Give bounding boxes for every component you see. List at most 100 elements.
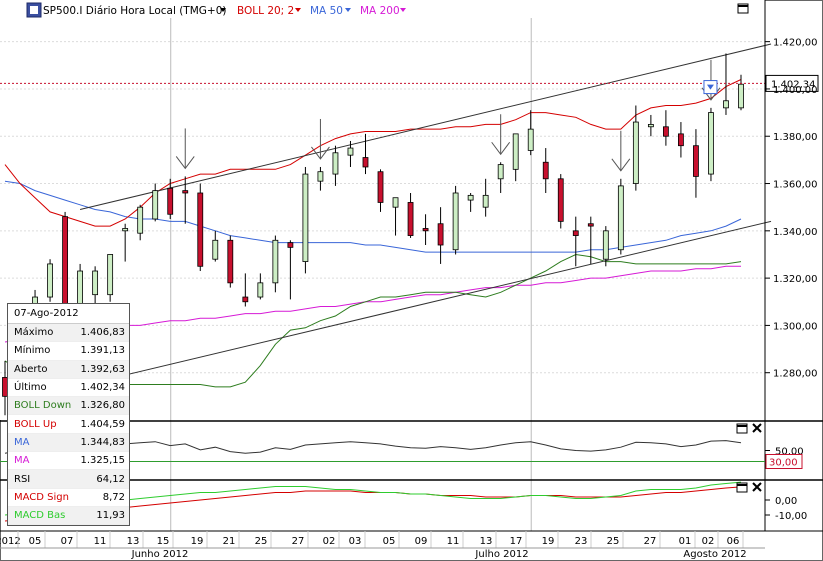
info-row-value: 1.392,63 [80,363,125,375]
candle-down[interactable] [167,187,174,215]
ma50-indicator-label[interactable]: MA 50 [310,5,343,17]
candle-up[interactable] [497,164,504,180]
y-tick-label: 1.420,00 [773,38,818,49]
candle-down[interactable] [242,296,249,303]
candle-down[interactable] [377,171,384,203]
x-tick-label: 05 [383,536,396,547]
info-row: BOLL Up 1.404,59 [8,415,129,434]
x-tick-label: 27 [292,536,305,547]
candle-up[interactable] [647,124,654,128]
candle-up[interactable] [738,83,744,109]
info-row-label: MACD Bas [14,510,66,522]
candle-up[interactable] [602,230,609,260]
candle-down[interactable] [572,230,579,236]
candle-down[interactable] [182,190,189,194]
candle-up[interactable] [122,228,129,232]
chart-title[interactable]: SP500.I Diário Hora Local (TMG+0) [43,5,226,17]
y-tick-label: 1.380,00 [773,132,818,143]
month-label: Agosto 2012 [683,549,746,560]
info-row: BOLL Down 1.326,80 [8,397,129,416]
x-tick-label: 19 [191,536,204,547]
y-tick-label: 1.320,00 [773,274,818,285]
candle-down[interactable] [662,126,669,137]
candle-up[interactable] [152,190,159,220]
candle-up[interactable] [617,185,624,251]
x-tick-label: 11 [94,536,107,547]
candle-up[interactable] [723,100,729,109]
y-tick-label: 1.340,00 [773,227,818,238]
info-row: Mínimo 1.391,13 [8,342,129,361]
y-tick-label: -10,00 [775,511,807,522]
candle-down[interactable] [62,216,68,314]
candle-up[interactable] [482,194,489,208]
info-row: MACD Bas 11,93 [8,506,129,526]
candle-down[interactable] [542,161,549,180]
x-tick-label: 27 [644,536,657,547]
candle-down[interactable] [437,223,444,246]
candle-down[interactable] [693,145,699,177]
x-tick-label: 03 [349,536,362,547]
candle-up[interactable] [302,173,309,262]
candle-down[interactable] [678,133,684,147]
x-tick-label: 01 [679,536,692,547]
chart-app-icon-inner [30,6,38,14]
candle-up[interactable] [467,194,474,201]
month-label: Junho 2012 [131,549,189,560]
boll-indicator-label[interactable]: BOLL 20; 2 [237,5,294,17]
y-tick-label: 1.280,00 [773,369,818,380]
candle-up[interactable] [107,254,114,296]
candle-up[interactable] [392,197,399,208]
x-tick-label: 25 [255,536,268,547]
info-row-label: MA [14,455,30,467]
info-row-value: 1.391,13 [80,345,125,357]
info-row-value: 64,12 [96,473,125,485]
candle-up[interactable] [452,192,459,251]
x-tick-label: 15 [157,536,170,547]
candle-down[interactable] [362,157,369,168]
info-row: MA 1.344,83 [8,433,129,453]
candle-up[interactable] [272,239,279,284]
candle-up[interactable] [512,133,519,170]
info-row-label: Mínimo [14,345,51,357]
info-row-value: 1.325,15 [80,455,125,467]
x-tick-label: 13 [480,536,493,547]
candle-up[interactable] [257,282,264,298]
x-tick-label: 02 [323,536,336,547]
candle-up[interactable] [317,171,324,182]
info-row: Máximo 1.406,83 [8,324,129,343]
x-tick-label: 21 [223,536,236,547]
candle-up[interactable] [332,152,339,175]
candle-up[interactable] [347,147,354,156]
candle-down[interactable] [422,228,429,232]
info-row: Último 1.402,34 [8,379,129,398]
rsi-reference-label: 30,00 [769,458,798,469]
ma200-indicator-label[interactable]: MA 200 [360,5,400,17]
candle-down[interactable] [587,223,594,227]
candle-down[interactable] [197,192,204,267]
macd-panel-maximize-icon[interactable] [736,482,748,493]
candle-up[interactable] [47,263,53,298]
info-row-label: Máximo [14,327,54,339]
x-tick-label: 11 [447,536,460,547]
candle-up[interactable] [708,112,714,175]
candle-down[interactable] [407,202,414,236]
price-panel-maximize-icon[interactable] [737,3,749,14]
x-tick-label: 09 [415,536,428,547]
x-tick-label: 17 [510,536,523,547]
info-row-value: 11,93 [96,510,125,522]
x-tick-label: 23 [575,536,588,547]
info-row-label: RSI [14,473,31,485]
info-row: MA 1.325,15 [8,452,129,471]
candle-up[interactable] [212,239,219,260]
candle-up[interactable] [527,128,534,151]
candle-up[interactable] [137,206,144,234]
candle-down[interactable] [557,178,564,222]
candle-up[interactable] [92,270,99,296]
candle-down[interactable] [227,239,234,284]
info-row: RSI 64,12 [8,470,129,489]
x-tick-label: 25 [607,536,620,547]
info-row-label: MA [14,436,30,448]
candle-down[interactable] [287,242,294,248]
rsi-panel-maximize-icon[interactable] [736,423,748,434]
candle-up[interactable] [632,121,639,184]
